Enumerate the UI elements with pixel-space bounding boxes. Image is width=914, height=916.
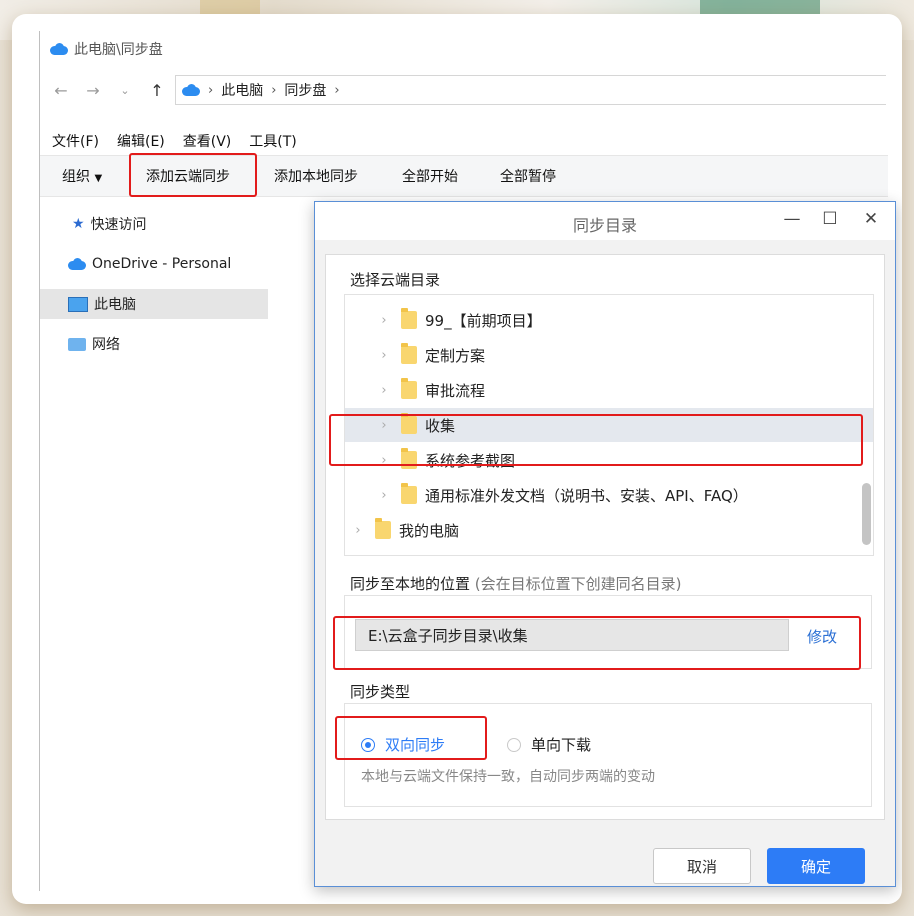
sidebar-item-this-pc[interactable]: 此电脑 xyxy=(40,289,268,319)
organize-label: 组织 xyxy=(62,169,90,185)
breadcrumb-this-pc[interactable]: 此电脑 xyxy=(221,80,263,100)
local-location-title: 同步至本地的位置 xyxy=(350,575,471,593)
folder-icon xyxy=(401,343,417,364)
modify-link[interactable]: 修改 xyxy=(807,626,837,647)
add-local-sync-button[interactable]: 添加本地同步 xyxy=(274,166,358,186)
cancel-button[interactable]: 取消 xyxy=(653,848,751,884)
breadcrumb-sync-disk[interactable]: 同步盘 xyxy=(284,80,326,100)
tree-item-label: 定制方案 xyxy=(425,346,486,365)
tree-item-label: 审批流程 xyxy=(425,381,486,400)
onedrive-cloud-icon xyxy=(68,258,86,270)
local-location-panel: E:\云盒子同步目录\收集 修改 xyxy=(344,595,872,669)
computer-icon xyxy=(68,296,88,312)
chevron-right-icon: › xyxy=(208,82,214,98)
ok-button[interactable]: 确定 xyxy=(767,848,865,884)
navigation-pane: ★ 快速访问 OneDrive - Personal 此电脑 网络 xyxy=(40,209,268,369)
tree-item-label: 99_【前期项目】 xyxy=(425,311,542,330)
menu-view[interactable]: 查看(V) xyxy=(183,131,232,151)
chevron-right-icon: › xyxy=(271,82,277,98)
tree-item-selected[interactable]: › 收集 xyxy=(345,408,873,442)
chevron-right-icon[interactable]: › xyxy=(377,313,391,328)
folder-icon xyxy=(401,483,417,504)
window-title-bar: 此电脑\同步盘 xyxy=(50,37,163,61)
menu-tools[interactable]: 工具(T) xyxy=(249,131,296,151)
chevron-right-icon[interactable]: › xyxy=(377,348,391,363)
sync-type-description: 本地与云端文件保持一致，自动同步两端的变动 xyxy=(361,769,655,785)
file-explorer-window: 此电脑\同步盘 ← → ⌄ ↑ › 此电脑 › 同步盘 › 文件(F) 编辑(E… xyxy=(39,31,896,891)
one-way-label[interactable]: 单向下载 xyxy=(531,734,591,755)
sync-type-label: 同步类型 xyxy=(350,683,411,701)
cloud-drive-icon xyxy=(182,84,200,96)
recent-chevron-icon[interactable]: ⌄ xyxy=(114,84,136,97)
sidebar-item-quick-access[interactable]: ★ 快速访问 xyxy=(40,209,268,239)
forward-arrow-icon[interactable]: → xyxy=(82,81,104,100)
tree-item-label: 系统参考截图 xyxy=(425,451,516,470)
folder-icon xyxy=(401,413,417,434)
dialog-title: 同步目录 xyxy=(572,216,637,235)
local-location-hint: (会在目标位置下创建同名目录) xyxy=(474,575,682,593)
cloud-drive-icon xyxy=(50,43,68,55)
folder-icon xyxy=(375,518,391,539)
maximize-icon[interactable]: ☐ xyxy=(815,209,845,229)
local-location-label: 同步至本地的位置 (会在目标位置下创建同名目录) xyxy=(350,573,682,594)
chevron-right-icon: › xyxy=(334,82,340,98)
screenshot-card: 此电脑\同步盘 ← → ⌄ ↑ › 此电脑 › 同步盘 › 文件(F) 编辑(E… xyxy=(12,14,902,904)
sync-type-options: 双向同步 单向下载 xyxy=(361,734,591,755)
tree-item-label: 我的电脑 xyxy=(399,521,460,540)
chevron-right-icon[interactable]: › xyxy=(377,383,391,398)
folder-icon xyxy=(401,448,417,469)
sidebar-item-label: OneDrive - Personal xyxy=(92,256,232,272)
minimize-icon[interactable]: — xyxy=(777,209,807,229)
dialog-body: 选择云端目录 › 99_【前期项目】 › 定制方案 › 审批流程 › 收集 › … xyxy=(325,254,885,820)
tree-item[interactable]: › 99_【前期项目】 xyxy=(345,303,873,337)
local-path-value: E:\云盒子同步目录\收集 xyxy=(368,626,528,645)
tree-item-label: 通用标准外发文档（说明书、安装、API、FAQ） xyxy=(425,486,748,505)
start-all-button[interactable]: 全部开始 xyxy=(402,166,458,186)
tree-item[interactable]: › 审批流程 xyxy=(345,373,873,407)
navigation-bar: ← → ⌄ ↑ › 此电脑 › 同步盘 › xyxy=(50,75,886,105)
tree-item[interactable]: › 通用标准外发文档（说明书、安装、API、FAQ） xyxy=(345,478,873,512)
sidebar-item-label: 网络 xyxy=(92,337,120,353)
pause-all-button[interactable]: 全部暂停 xyxy=(500,166,556,186)
network-icon xyxy=(68,337,86,351)
menu-bar: 文件(F) 编辑(E) 查看(V) 工具(T) xyxy=(52,131,297,151)
chevron-right-icon[interactable]: › xyxy=(377,418,391,433)
address-bar[interactable]: › 此电脑 › 同步盘 › xyxy=(175,75,886,105)
up-arrow-icon[interactable]: ↑ xyxy=(146,81,168,100)
tree-item[interactable]: › 系统参考截图 xyxy=(345,443,873,477)
menu-file[interactable]: 文件(F) xyxy=(52,131,99,151)
sidebar-item-onedrive[interactable]: OneDrive - Personal xyxy=(40,249,268,279)
chevron-right-icon[interactable]: › xyxy=(377,488,391,503)
tree-item-label: 收集 xyxy=(425,416,456,435)
sidebar-item-label: 此电脑 xyxy=(94,297,136,313)
menu-edit[interactable]: 编辑(E) xyxy=(117,131,165,151)
tree-item[interactable]: › 我的电脑 xyxy=(345,513,865,547)
command-bar: 组织 ▼ 添加云端同步 添加本地同步 全部开始 全部暂停 xyxy=(40,155,888,197)
tree-scrollbar[interactable] xyxy=(862,483,871,545)
dialog-title-bar: 同步目录 — ☐ ✕ xyxy=(315,202,895,240)
one-way-radio[interactable] xyxy=(507,737,522,752)
organize-button[interactable]: 组织 ▼ xyxy=(62,166,102,186)
folder-icon xyxy=(401,308,417,329)
local-path-field[interactable]: E:\云盒子同步目录\收集 xyxy=(355,619,789,651)
cloud-directory-tree[interactable]: › 99_【前期项目】 › 定制方案 › 审批流程 › 收集 › 系统参考截图 … xyxy=(344,294,874,556)
window-title: 此电脑\同步盘 xyxy=(74,42,163,58)
chevron-right-icon[interactable]: › xyxy=(377,453,391,468)
add-cloud-sync-button[interactable]: 添加云端同步 xyxy=(146,166,230,186)
tree-item[interactable]: › 定制方案 xyxy=(345,338,873,372)
two-way-label[interactable]: 双向同步 xyxy=(385,734,445,755)
sync-directory-dialog: 同步目录 — ☐ ✕ 选择云端目录 › 99_【前期项目】 › 定制方案 › 审… xyxy=(314,201,896,887)
folder-icon xyxy=(401,378,417,399)
two-way-radio[interactable] xyxy=(361,737,375,752)
star-icon: ★ xyxy=(72,216,85,232)
close-icon[interactable]: ✕ xyxy=(856,209,886,229)
cloud-directory-label: 选择云端目录 xyxy=(350,271,441,289)
dropdown-triangle-icon: ▼ xyxy=(94,173,103,184)
sidebar-item-network[interactable]: 网络 xyxy=(40,329,268,359)
chevron-right-icon[interactable]: › xyxy=(351,523,365,538)
back-arrow-icon[interactable]: ← xyxy=(50,81,72,100)
sidebar-item-label: 快速访问 xyxy=(90,217,147,233)
sync-type-panel: 双向同步 单向下载 本地与云端文件保持一致，自动同步两端的变动 xyxy=(344,703,872,807)
